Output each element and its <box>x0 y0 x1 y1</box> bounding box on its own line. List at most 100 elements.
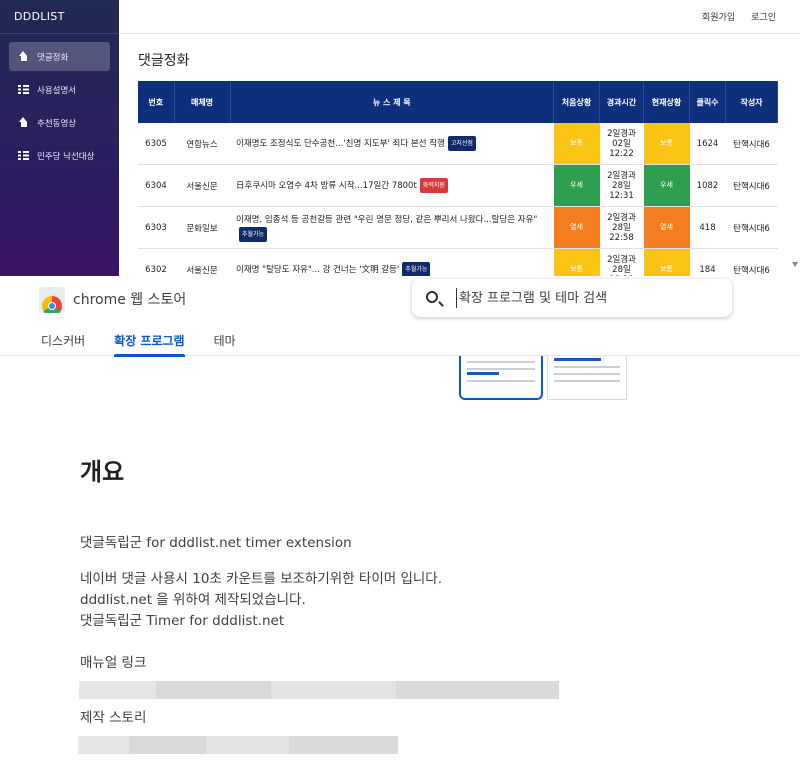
screenshot-thumbnail-selected[interactable] <box>459 356 543 400</box>
column-header[interactable]: 클릭수 <box>689 81 726 123</box>
writer: 탄핵시대6 <box>725 248 778 276</box>
search-box[interactable] <box>412 279 732 317</box>
status-badge: 화력지원 <box>419 178 448 193</box>
news-title[interactable]: 이재명 "탈당도 자유"... 강 건너는 '文明 갈등' <box>236 265 399 275</box>
column-header[interactable]: 처음상황 <box>553 81 600 123</box>
tab-themes[interactable]: 테마 <box>214 332 236 356</box>
home-icon <box>18 51 29 62</box>
signup-link[interactable]: 회원가입 <box>702 10 735 23</box>
media-name: 문화일보 <box>174 206 230 249</box>
list-icon <box>18 84 29 95</box>
tab-discover[interactable]: 디스커버 <box>41 332 85 356</box>
table-header-row: 번호 매체명 뉴 스 제 목 처음상황 경과시간 현재상황 클릭수 작성자 <box>138 81 778 123</box>
elapsed-line: 22:58 <box>609 232 634 243</box>
click-count: 184 <box>689 248 726 276</box>
news-title-cell[interactable]: 이재명 "탈당도 자유"... 강 건너는 '文明 갈등' 추월가능 <box>230 248 554 276</box>
overview-section: 개요 댓글독립군 for dddlist.net timer extension… <box>78 452 760 763</box>
row-number: 6304 <box>138 164 174 207</box>
elapsed-line: 02일 <box>612 138 631 149</box>
column-header[interactable]: 작성자 <box>725 81 778 123</box>
column-header[interactable]: 매체명 <box>174 81 231 123</box>
news-title[interactable]: 이재명도 조정식도 단수공천...'친명 지도부' 죄다 본선 직행 <box>236 139 445 149</box>
news-table: 번호 매체명 뉴 스 제 목 처음상황 경과시간 현재상황 클릭수 작성자 6305 연합뉴스 이… <box>138 81 778 276</box>
current-status: 보통 <box>643 123 690 164</box>
media-name: 서울신문 <box>174 248 230 276</box>
sidebar-item[interactable]: 사용설명서 <box>9 75 110 104</box>
first-status: 열세 <box>553 207 600 248</box>
click-count: 418 <box>689 206 726 249</box>
elapsed-line: 28일 <box>612 180 631 191</box>
sidebar-item-label: 댓글정화 <box>37 52 69 63</box>
writer: 탄핵시대6 <box>725 164 778 207</box>
media-name: 연합뉴스 <box>174 123 230 165</box>
column-header[interactable]: 뉴 스 제 목 <box>230 81 554 123</box>
manual-link-label: 매뉴얼 링크 <box>80 655 147 671</box>
news-title-cell[interactable]: 이재명도 조정식도 단수공천...'친명 지도부' 죄다 본선 직행 고지선점 <box>230 123 554 165</box>
news-title[interactable]: 日후쿠시마 오염수 4차 방류 시작...17일간 7800t <box>236 181 417 191</box>
top-bar: 회원가입 로그인 <box>119 0 800 34</box>
elapsed-line: 28일 <box>612 264 631 275</box>
table-row[interactable]: 6302 서울신문 이재명 "탈당도 자유"... 강 건너는 '文明 갈등' 추월가… <box>138 248 778 276</box>
status-badge: 추월가능 <box>239 226 268 242</box>
story-label: 제작 스토리 <box>80 710 147 726</box>
news-title-cell[interactable]: 이재명, 임종석 등 공천갈등 관련 "우린 명문 정당, 같은 뿌리서 나왔다… <box>230 206 554 249</box>
search-icon[interactable] <box>426 291 438 303</box>
elapsed-line: 28일 <box>612 222 631 233</box>
embedded-screenshot: DDDLIST 댓글정화 사용설명서 추천동영상 민주당 낙선대상 회원가입 로그인 … <box>0 0 800 276</box>
sidebar-item-label: 민주당 낙선대상 <box>37 151 95 162</box>
row-number: 6303 <box>138 206 174 249</box>
login-link[interactable]: 로그인 <box>751 10 776 23</box>
column-header[interactable]: 경과시간 <box>599 81 644 123</box>
overview-line: dddlist.net 을 위하여 제작되었습니다. <box>80 592 306 608</box>
screenshot-thumbnail[interactable] <box>547 356 627 400</box>
column-header[interactable]: 번호 <box>138 81 175 123</box>
table-row[interactable]: 6303 문화일보 이재명, 임종석 등 공천갈등 관련 "우린 명문 정당, 같은… <box>138 206 778 249</box>
sidebar-item-label: 사용설명서 <box>37 85 77 96</box>
sidebar-item[interactable]: 민주당 낙선대상 <box>9 141 110 170</box>
elapsed-line: 12:22 <box>609 148 634 159</box>
overview-line: 댓글독립군 Timer for dddlist.net <box>80 613 285 629</box>
current-status: 우세 <box>643 165 690 206</box>
store-title[interactable]: chrome 웹 스토어 <box>73 289 186 309</box>
current-status: 보통 <box>643 249 690 276</box>
elapsed-line: 2일경과 <box>607 254 636 265</box>
table-row[interactable]: 6305 연합뉴스 이재명도 조정식도 단수공천...'친명 지도부' 죄다 본선 … <box>138 123 778 165</box>
elapsed-time: 2일경과28일18:28 <box>599 248 644 276</box>
tab-extensions[interactable]: 확장 프로그램 <box>114 332 186 357</box>
table-row[interactable]: 6304 서울신문 日후쿠시마 오염수 4차 방류 시작...17일간 7800t 화… <box>138 164 778 207</box>
sidebar-item-label: 추천동영상 <box>37 118 77 129</box>
status-badge: 추월가능 <box>402 262 431 276</box>
overview-line: 네이버 댓글 사용시 10초 카운트를 보조하기위한 타이머 입니다. <box>80 571 443 587</box>
first-status: 보통 <box>553 249 600 276</box>
main-content: 댓글정화 번호 매체명 뉴 스 제 목 처음상황 경과시간 현재상황 클릭수 작성자 6305… <box>138 50 778 276</box>
overview-line: 댓글독립군 for dddlist.net timer extension <box>80 535 352 551</box>
first-status: 우세 <box>553 165 600 206</box>
elapsed-time: 2일경과 02일 12:22 <box>599 123 644 165</box>
redacted-manual-link <box>79 681 559 699</box>
store-header: chrome 웹 스토어 디스커버 확장 프로그램 테마 <box>0 276 800 357</box>
chrome-web-store-logo-icon[interactable] <box>39 287 65 313</box>
store-tabs: 디스커버 확장 프로그램 테마 <box>41 332 265 357</box>
scroll-down-arrow-icon[interactable] <box>792 262 798 267</box>
status-badge: 고지선점 <box>447 136 476 151</box>
column-header[interactable]: 현재상황 <box>643 81 690 123</box>
current-status: 열세 <box>643 207 690 248</box>
news-title-cell[interactable]: 日후쿠시마 오염수 4차 방류 시작...17일간 7800t 화력지원 <box>230 164 554 207</box>
writer: 탄핵시대6 <box>725 123 778 165</box>
elapsed-line: 2일경과 <box>607 170 636 181</box>
page-title: 댓글정화 <box>138 53 190 69</box>
elapsed-line: 12:31 <box>609 190 634 201</box>
sidebar-nav: 댓글정화사용설명서추천동영상민주당 낙선대상 <box>0 34 119 170</box>
sidebar-item[interactable]: 추천동영상 <box>9 108 110 137</box>
click-count: 1082 <box>689 164 726 207</box>
click-count: 1624 <box>689 123 726 165</box>
elapsed-line: 2일경과 <box>607 212 636 223</box>
home-icon <box>18 117 29 128</box>
media-name: 서울신문 <box>174 164 230 207</box>
writer: 탄핵시대6 <box>725 206 778 249</box>
redacted-story-link <box>78 736 398 754</box>
elapsed-time: 2일경과 28일 12:31 <box>599 164 644 207</box>
news-title[interactable]: 이재명, 임종석 등 공천갈등 관련 "우린 명문 정당, 같은 뿌리서 나왔다… <box>236 215 537 225</box>
sidebar-item[interactable]: 댓글정화 <box>9 42 110 71</box>
search-input[interactable] <box>456 288 716 308</box>
